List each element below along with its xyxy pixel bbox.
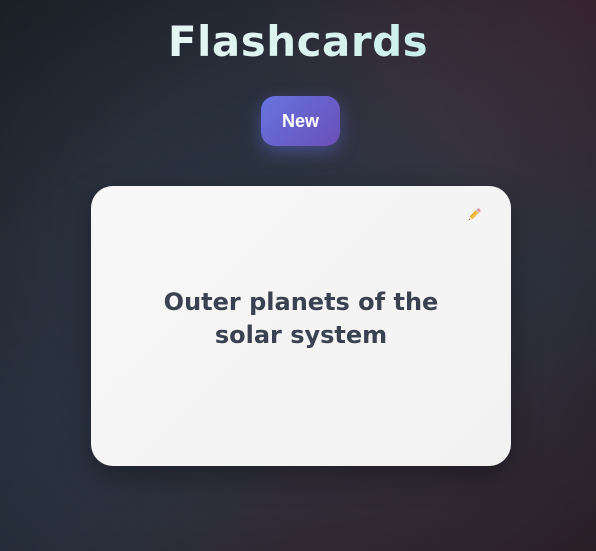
page-title: Flashcards (0, 16, 596, 68)
pencil-icon[interactable] (465, 206, 483, 224)
card-front-text: Outer planets of the solar system (163, 288, 439, 349)
flashcard[interactable]: Outer planets of the solar system (91, 186, 511, 466)
new-card-button[interactable]: New (261, 96, 340, 146)
